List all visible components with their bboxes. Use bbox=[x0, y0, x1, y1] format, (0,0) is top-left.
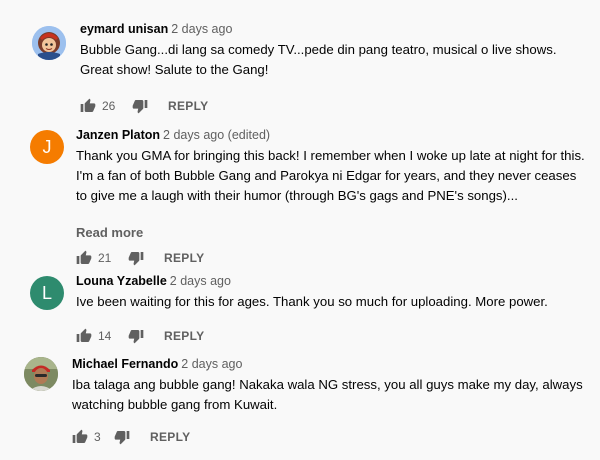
comment-actions: 14 REPLY bbox=[76, 324, 590, 348]
comment-text: Iba talaga ang bubble gang! Nakaka wala … bbox=[72, 377, 583, 412]
comment-header: Louna Yzabelle 2 days ago bbox=[76, 272, 590, 290]
comment-author[interactable]: eymard unisan bbox=[80, 22, 168, 36]
thumbs-up-icon[interactable] bbox=[76, 250, 92, 266]
comment-text: Ive been waiting for this for ages. Than… bbox=[76, 294, 548, 309]
thumbs-down-icon[interactable] bbox=[132, 98, 148, 114]
like-count: 21 bbox=[98, 251, 112, 265]
cartoon-avatar-icon[interactable] bbox=[32, 26, 66, 60]
thumbs-up-icon[interactable] bbox=[72, 429, 88, 445]
photo-avatar-icon[interactable] bbox=[24, 357, 58, 391]
comment-text: Bubble Gang...di lang sa comedy TV...ped… bbox=[80, 42, 557, 77]
read-more-button[interactable]: Read more bbox=[76, 224, 590, 242]
avatar[interactable]: J bbox=[30, 130, 64, 164]
reply-button[interactable]: REPLY bbox=[168, 99, 208, 113]
comment-author[interactable]: Janzen Platon bbox=[76, 128, 160, 142]
comment-header: Michael Fernando 2 days ago bbox=[72, 355, 590, 373]
comment-actions: 26 REPLY bbox=[80, 94, 590, 118]
comment-author[interactable]: Michael Fernando bbox=[72, 357, 178, 371]
comment-time[interactable]: 2 days ago bbox=[171, 22, 232, 36]
comment-actions: 21 REPLY bbox=[76, 246, 590, 270]
thumbs-down-icon[interactable] bbox=[114, 429, 130, 445]
comment-header: Janzen Platon 2 days ago (edited) bbox=[76, 126, 590, 144]
reply-button[interactable]: REPLY bbox=[164, 329, 204, 343]
thumbs-up-icon[interactable] bbox=[76, 328, 92, 344]
avatar-letter: J bbox=[42, 136, 52, 157]
comment-time[interactable]: 2 days ago bbox=[181, 357, 242, 371]
thumbs-down-icon[interactable] bbox=[128, 328, 144, 344]
like-count: 14 bbox=[98, 329, 112, 343]
like-count: 26 bbox=[102, 99, 116, 113]
comment-header: eymard unisan 2 days ago bbox=[80, 20, 590, 38]
reply-button[interactable]: REPLY bbox=[164, 251, 204, 265]
avatar[interactable]: L bbox=[30, 276, 64, 310]
avatar-letter: L bbox=[41, 282, 52, 303]
thumbs-up-icon[interactable] bbox=[80, 98, 96, 114]
comment-time[interactable]: 2 days ago (edited) bbox=[163, 128, 270, 142]
thumbs-down-icon[interactable] bbox=[128, 250, 144, 266]
comment-time[interactable]: 2 days ago bbox=[170, 274, 231, 288]
like-count: 3 bbox=[94, 430, 101, 444]
comment-text: Thank you GMA for bringing this back! I … bbox=[76, 148, 585, 203]
reply-button[interactable]: REPLY bbox=[150, 430, 190, 444]
comment-actions: 3 REPLY bbox=[72, 425, 590, 449]
comment-author[interactable]: Louna Yzabelle bbox=[76, 274, 167, 288]
